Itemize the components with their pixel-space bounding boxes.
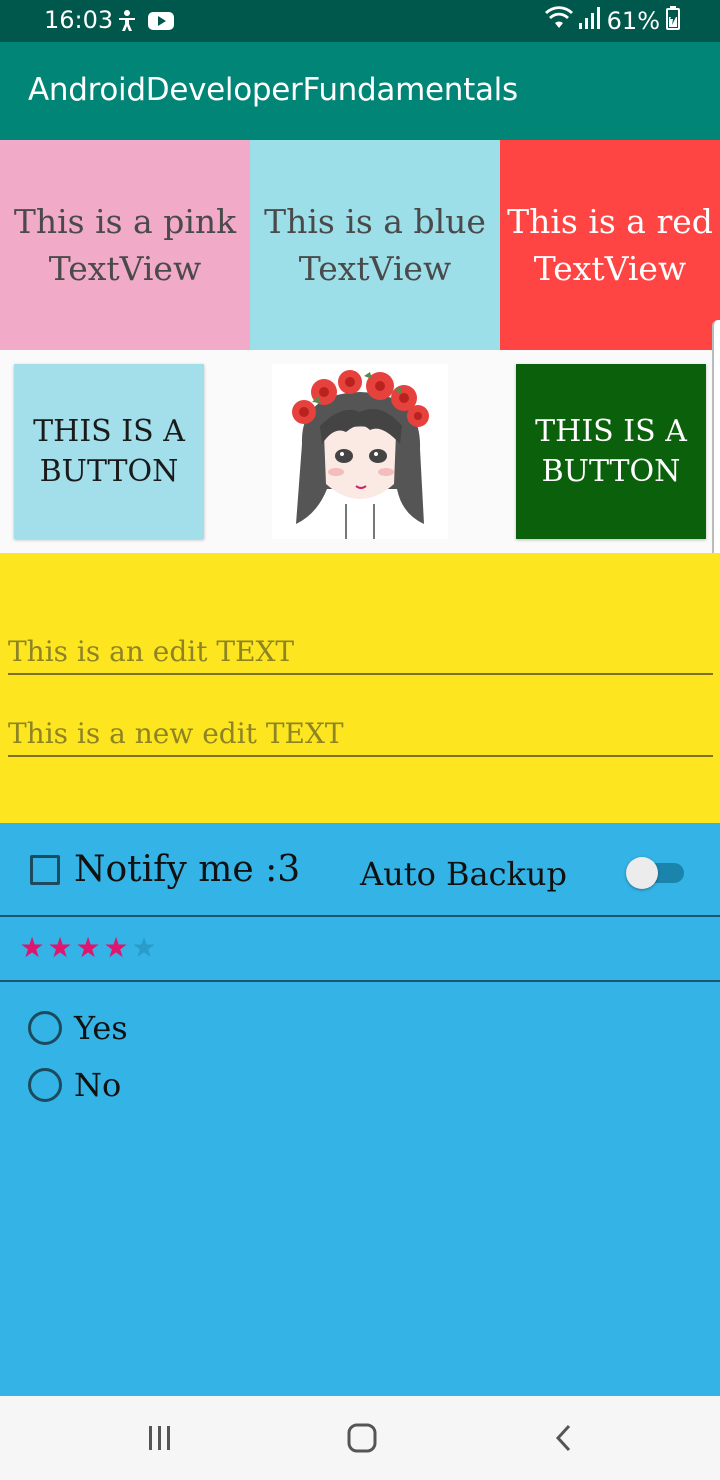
green-button[interactable]: THIS IS A BUTTON xyxy=(516,364,706,539)
blue-textview: This is a blue TextView xyxy=(250,140,500,350)
star-icon[interactable]: ★ xyxy=(46,931,74,964)
app-title: AndroidDeveloperFundamentals xyxy=(28,72,518,108)
controls-section: Notify me :3 Auto Backup ★ ★ ★ ★ ★ Yes N… xyxy=(0,823,720,1396)
edit-text-2[interactable] xyxy=(8,713,713,753)
status-icons-left xyxy=(116,9,174,37)
home-button[interactable] xyxy=(340,1418,384,1458)
app-bar: AndroidDeveloperFundamentals xyxy=(0,42,720,140)
textview-row: This is a pink TextView This is a blue T… xyxy=(0,140,720,350)
edit-text-1[interactable] xyxy=(8,631,713,671)
status-right: 61% xyxy=(544,6,680,36)
anime-girl-icon xyxy=(272,364,448,539)
edit-text-1-container xyxy=(8,631,713,675)
recent-apps-button[interactable] xyxy=(138,1418,182,1458)
auto-backup-switch[interactable] xyxy=(626,857,684,889)
radio-yes-row[interactable]: Yes xyxy=(28,1009,128,1047)
pink-textview: This is a pink TextView xyxy=(0,140,250,350)
radio-no-row[interactable]: No xyxy=(28,1066,121,1104)
blue-button[interactable]: THIS IS A BUTTON xyxy=(14,364,204,539)
star-icon[interactable]: ★ xyxy=(74,931,102,964)
divider xyxy=(0,915,720,917)
radio-yes-label: Yes xyxy=(74,1009,128,1047)
radio-yes[interactable] xyxy=(28,1011,62,1045)
auto-backup-label: Auto Backup xyxy=(360,855,568,893)
divider xyxy=(0,980,720,982)
home-icon xyxy=(347,1423,377,1453)
signal-icon xyxy=(578,7,601,35)
battery-icon xyxy=(666,6,680,36)
anime-girl-image xyxy=(272,364,448,539)
rating-bar[interactable]: ★ ★ ★ ★ ★ xyxy=(18,931,158,964)
status-time: 16:03 xyxy=(44,6,114,34)
status-bar: 16:03 61% xyxy=(0,0,720,42)
youtube-icon xyxy=(148,11,174,35)
edit-text-2-container xyxy=(8,713,713,757)
button-row: THIS IS A BUTTON THIS IS A BUTTON xyxy=(0,320,720,590)
back-button[interactable] xyxy=(542,1418,586,1458)
edit-text-section xyxy=(0,553,720,823)
star-icon[interactable]: ★ xyxy=(102,931,130,964)
notify-checkbox-label: Notify me :3 xyxy=(74,849,301,890)
wifi-icon xyxy=(544,6,573,36)
accessibility-icon xyxy=(116,9,138,37)
red-textview: This is a red TextView xyxy=(500,140,720,350)
scroll-handle[interactable] xyxy=(712,320,720,590)
switch-thumb xyxy=(626,857,658,889)
recent-apps-icon xyxy=(149,1426,170,1450)
radio-no-label: No xyxy=(74,1066,122,1104)
battery-text: 61% xyxy=(606,7,660,35)
notify-checkbox[interactable] xyxy=(30,854,60,885)
radio-no[interactable] xyxy=(28,1068,62,1102)
star-icon[interactable]: ★ xyxy=(18,931,46,964)
back-icon xyxy=(555,1424,571,1452)
star-icon[interactable]: ★ xyxy=(130,931,158,964)
notify-checkbox-row[interactable]: Notify me :3 xyxy=(30,849,300,890)
navigation-bar xyxy=(0,1396,720,1480)
